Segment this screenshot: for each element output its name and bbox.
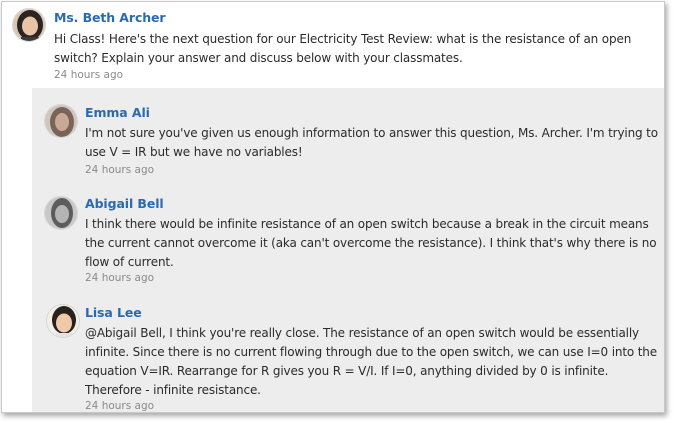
discussion-thread: Ms. Beth Archer Hi Class! Here's the nex…: [1, 1, 665, 413]
post-line: switch? Explain your answer and discuss …: [54, 51, 463, 65]
reply-body: I'm not sure you've given us enough info…: [85, 124, 663, 162]
author-name[interactable]: Ms. Beth Archer: [54, 10, 166, 25]
reply-line: @Abigail Bell, I think you're really clo…: [85, 326, 639, 340]
post-timestamp: 24 hours ago: [54, 69, 124, 81]
avatar[interactable]: [12, 8, 46, 42]
original-post: Ms. Beth Archer Hi Class! Here's the nex…: [2, 2, 664, 88]
author-name[interactable]: Abigail Bell: [85, 196, 164, 211]
reply-timestamp: 24 hours ago: [85, 272, 155, 284]
post-line: Hi Class! Here's the next question for o…: [54, 32, 632, 46]
reply: Emma Ali I'm not sure you've given us en…: [32, 88, 664, 182]
reply-line: equation V=IR. Rearrange for R gives you…: [85, 364, 609, 378]
reply-line: infinite. Since there is no current flow…: [85, 345, 657, 359]
reply-line: Therefore - infinite resistance.: [85, 383, 261, 397]
reply-line: flow of current.: [85, 255, 174, 269]
author-name[interactable]: Emma Ali: [85, 105, 150, 120]
reply-line: the current cannot overcome it (aka can'…: [85, 236, 657, 250]
reply-body: I think there would be infinite resistan…: [85, 215, 663, 272]
avatar[interactable]: [44, 196, 78, 230]
reply-line: I'm not sure you've given us enough info…: [85, 126, 658, 140]
post-body: Hi Class! Here's the next question for o…: [54, 30, 654, 68]
avatar[interactable]: [46, 304, 80, 338]
avatar[interactable]: [44, 104, 78, 138]
reply: Lisa Lee @Abigail Bell, I think you're r…: [32, 292, 664, 412]
author-name[interactable]: Lisa Lee: [85, 305, 142, 320]
reply-body: @Abigail Bell, I think you're really clo…: [85, 324, 663, 400]
reply-line: use V = IR but we have no variables!: [85, 145, 303, 159]
reply: Abigail Bell I think there would be infi…: [32, 182, 664, 292]
reply-timestamp: 24 hours ago: [85, 164, 155, 176]
reply-line: I think there would be infinite resistan…: [85, 217, 649, 231]
replies-section: Emma Ali I'm not sure you've given us en…: [32, 88, 664, 412]
reply-timestamp: 24 hours ago: [85, 400, 155, 412]
